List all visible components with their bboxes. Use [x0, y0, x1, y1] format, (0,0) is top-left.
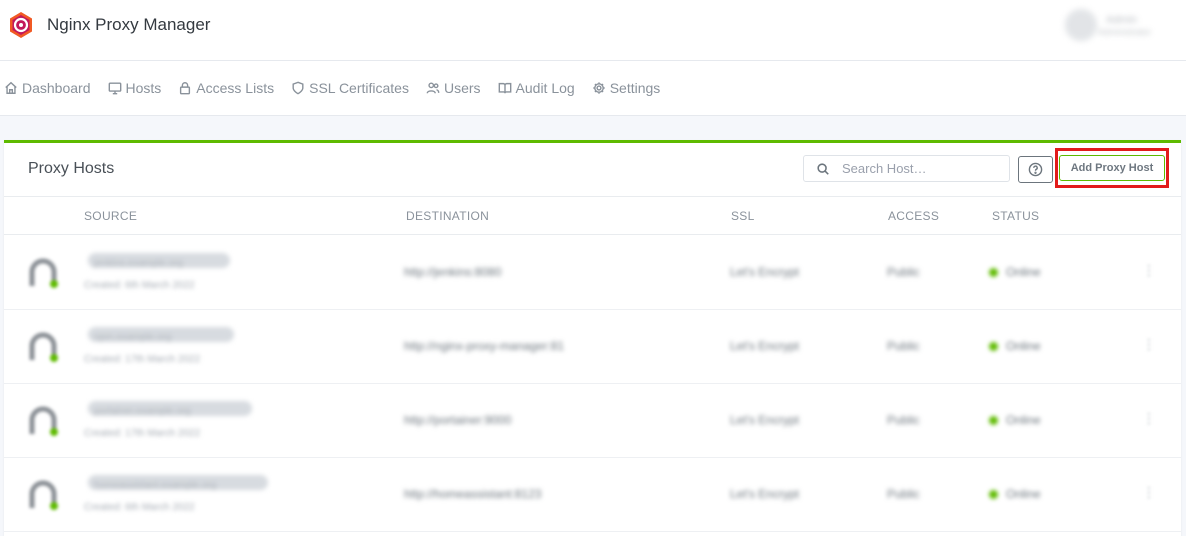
shield-icon: [292, 81, 304, 95]
users-icon: [426, 82, 440, 94]
source-text: homeassistant.example.org: [94, 480, 217, 491]
table-row[interactable]: npm.example.org Created: 17th March 2022…: [4, 310, 1181, 384]
avatar: [1064, 8, 1098, 42]
nav-label: Settings: [609, 80, 661, 96]
nav-label: SSL Certificates: [309, 80, 409, 96]
column-header-status[interactable]: STATUS: [992, 209, 1039, 223]
table-header: SOURCE DESTINATION SSL ACCESS STATUS: [4, 197, 1181, 235]
source-domain[interactable]: jenkins.example.org: [88, 253, 230, 269]
home-icon: [5, 81, 17, 94]
main-nav: Dashboard Hosts Access Lists SSL Certifi…: [0, 61, 1186, 116]
nav-label: Dashboard: [22, 80, 91, 96]
column-header-source[interactable]: SOURCE: [84, 209, 137, 223]
table-row[interactable]: homeassistant.example.org Created: 6th M…: [4, 458, 1181, 532]
status-text: Online: [1006, 265, 1041, 279]
lock-icon: [180, 82, 191, 95]
destination: http://nginx-proxy-manager:81: [404, 339, 565, 353]
row-menu-icon[interactable]: ⋮: [1142, 262, 1156, 279]
book-icon: [498, 82, 511, 94]
nav-item-users[interactable]: Users: [426, 80, 481, 96]
source-domain[interactable]: homeassistant.example.org: [88, 475, 268, 491]
column-header-destination[interactable]: DESTINATION: [406, 209, 489, 223]
status-badge: Online: [989, 413, 1041, 427]
access-level: Public: [887, 339, 920, 353]
status-dot: [989, 415, 998, 425]
monitor-icon: [108, 82, 121, 95]
source-text: npm.example.org: [94, 332, 172, 343]
ssl-provider: Let's Encrypt: [730, 413, 799, 427]
search-box[interactable]: [803, 155, 1010, 182]
nav-item-dashboard[interactable]: Dashboard: [4, 80, 91, 96]
search-icon: [817, 162, 829, 175]
destination: http://portainer:9000: [404, 413, 512, 427]
nav-item-audit-log[interactable]: Audit Log: [498, 80, 575, 96]
status-dot: [989, 489, 998, 499]
host-avatar-icon: [29, 258, 58, 288]
top-bar: Nginx Proxy Manager Admin Administrator: [0, 0, 1186, 61]
search-input[interactable]: [842, 161, 1002, 176]
nav-label: Audit Log: [515, 80, 575, 96]
proxy-hosts-card: Proxy Hosts Add Proxy Host SOURCE DESTIN…: [4, 140, 1181, 536]
ssl-provider: Let's Encrypt: [730, 265, 799, 279]
source-text: jenkins.example.org: [94, 258, 183, 269]
created-date: Created: 6th March 2022: [84, 502, 195, 513]
nav-label: Access Lists: [196, 80, 275, 96]
user-role: Administrator: [1098, 26, 1152, 37]
nav-label: Hosts: [125, 80, 162, 96]
status-dot: [989, 267, 998, 277]
nav-item-settings[interactable]: Settings: [592, 80, 661, 96]
gear-icon: [593, 82, 605, 94]
source-domain[interactable]: portainer.example.org: [88, 401, 252, 417]
nav-item-access-lists[interactable]: Access Lists: [178, 80, 274, 96]
access-level: Public: [887, 487, 920, 501]
row-menu-icon[interactable]: ⋮: [1142, 484, 1156, 501]
help-icon: [1028, 162, 1043, 177]
row-menu-icon[interactable]: ⋮: [1142, 410, 1156, 427]
ssl-provider: Let's Encrypt: [730, 339, 799, 353]
status-text: Online: [1006, 413, 1041, 427]
column-header-ssl[interactable]: SSL: [731, 209, 755, 223]
host-avatar-icon: [29, 332, 58, 362]
created-date: Created: 17th March 2022: [84, 354, 201, 365]
host-avatar-icon: [29, 406, 58, 436]
status-badge: Online: [989, 265, 1041, 279]
user-menu[interactable]: Admin Administrator: [1064, 8, 1151, 42]
created-date: Created: 17th March 2022: [84, 428, 201, 439]
source-domain[interactable]: npm.example.org: [88, 327, 234, 343]
app-logo-icon: [10, 12, 32, 38]
help-button[interactable]: [1018, 156, 1053, 183]
ssl-provider: Let's Encrypt: [730, 487, 799, 501]
status-text: Online: [1006, 487, 1041, 501]
add-proxy-host-button[interactable]: Add Proxy Host: [1059, 155, 1165, 181]
destination: http://jenkins:8080: [404, 265, 502, 279]
user-name: Admin: [1106, 13, 1138, 26]
created-date: Created: 6th March 2022: [84, 280, 195, 291]
card-title: Proxy Hosts: [28, 160, 115, 177]
table-row[interactable]: portainer.example.org Created: 17th Marc…: [4, 384, 1181, 458]
status-badge: Online: [989, 339, 1041, 353]
status-dot: [989, 341, 998, 351]
app-title: Nginx Proxy Manager: [47, 15, 211, 34]
table-row[interactable]: jenkins.example.org Created: 6th March 2…: [4, 236, 1181, 310]
source-text: portainer.example.org: [94, 406, 191, 417]
row-menu-icon[interactable]: ⋮: [1142, 336, 1156, 353]
access-level: Public: [887, 413, 920, 427]
access-level: Public: [887, 265, 920, 279]
nav-item-ssl-certificates[interactable]: SSL Certificates: [291, 80, 409, 96]
brand[interactable]: Nginx Proxy Manager: [7, 11, 210, 39]
column-header-access[interactable]: ACCESS: [888, 209, 939, 223]
host-avatar-icon: [29, 480, 58, 510]
card-header: Proxy Hosts Add Proxy Host: [4, 143, 1181, 197]
status-text: Online: [1006, 339, 1041, 353]
nav-item-hosts[interactable]: Hosts: [108, 80, 162, 96]
destination: http://homeassistant:8123: [404, 487, 542, 501]
nav-label: Users: [443, 80, 481, 96]
status-badge: Online: [989, 487, 1041, 501]
